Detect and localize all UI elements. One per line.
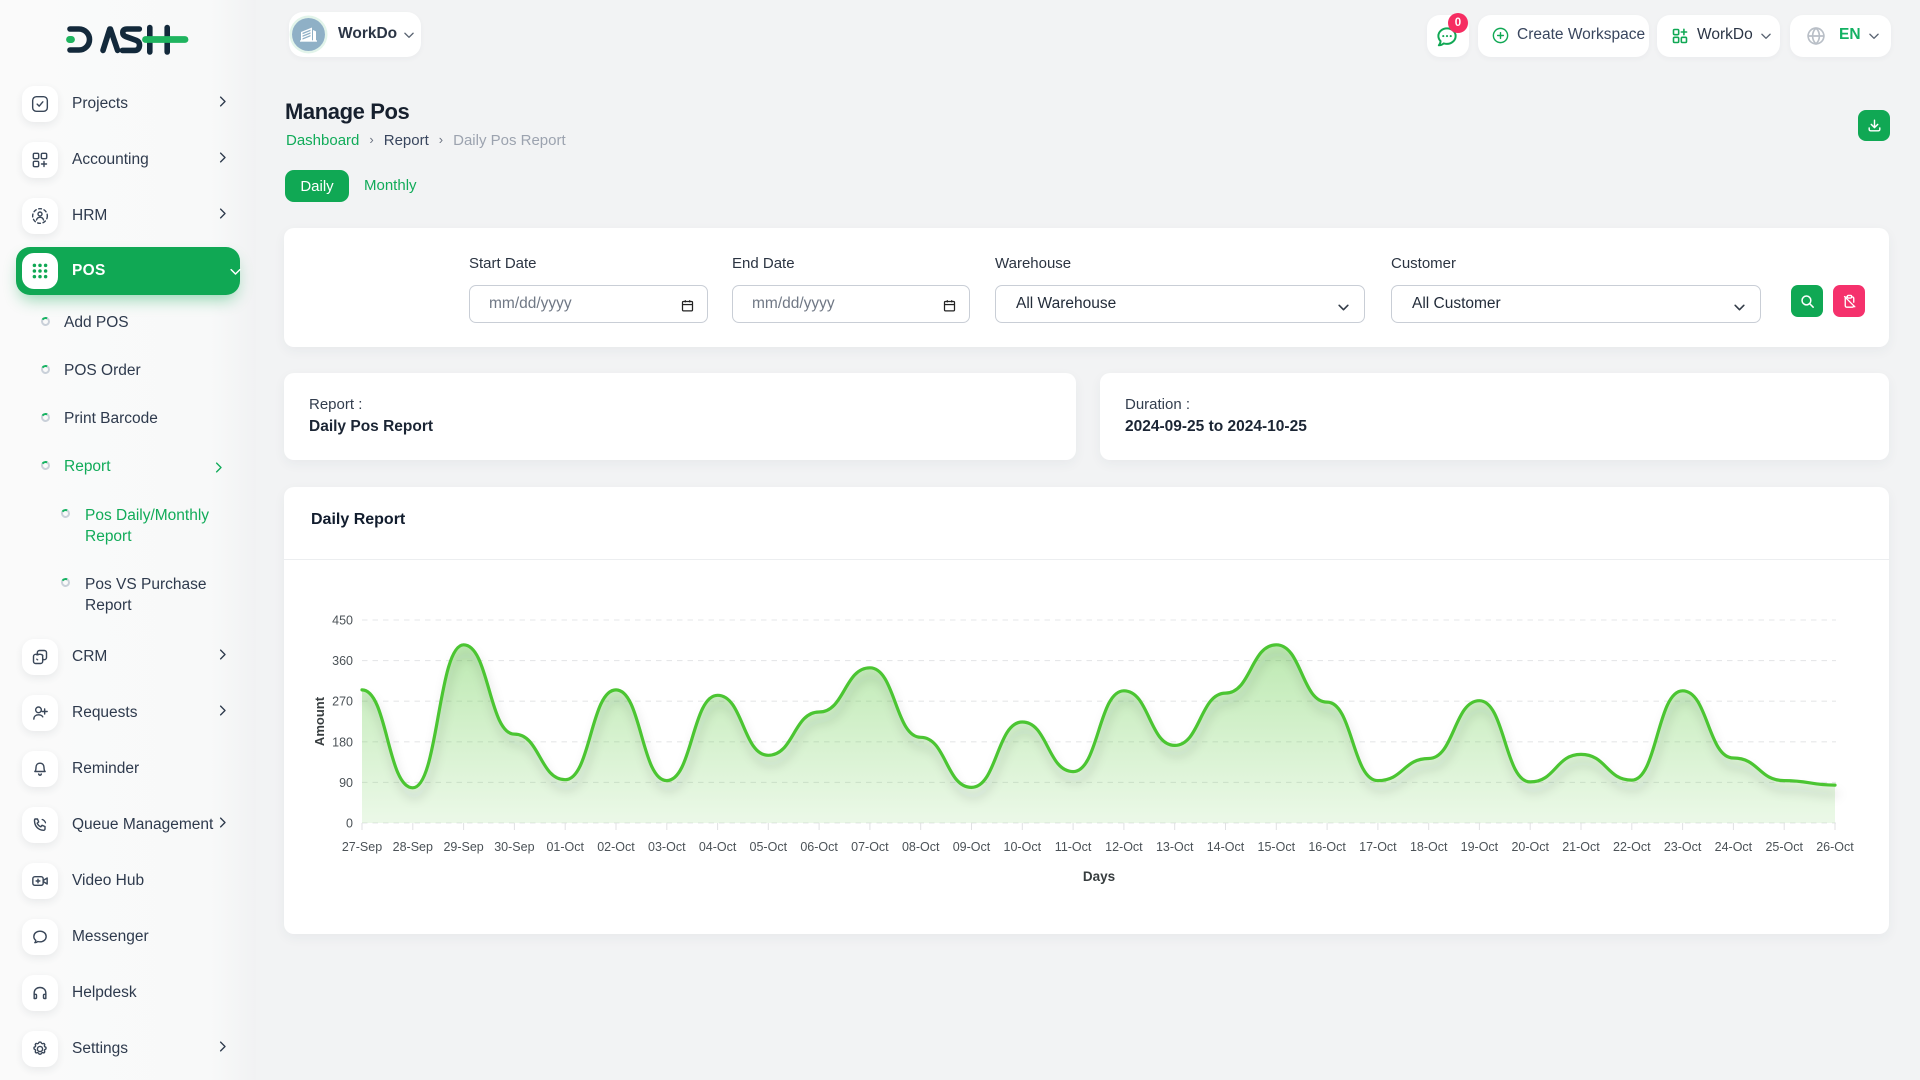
svg-text:15-Oct: 15-Oct — [1258, 840, 1296, 854]
svg-text:05-Oct: 05-Oct — [750, 840, 788, 854]
svg-text:360: 360 — [332, 654, 353, 668]
svg-text:25-Oct: 25-Oct — [1765, 840, 1803, 854]
svg-text:450: 450 — [332, 614, 353, 628]
svg-text:Days: Days — [1083, 869, 1115, 884]
svg-text:29-Sep: 29-Sep — [443, 840, 483, 854]
svg-text:01-Oct: 01-Oct — [546, 840, 584, 854]
svg-text:Amount: Amount — [312, 696, 327, 746]
svg-text:270: 270 — [332, 695, 353, 709]
svg-text:21-Oct: 21-Oct — [1562, 840, 1600, 854]
svg-text:17-Oct: 17-Oct — [1359, 840, 1397, 854]
svg-text:26-Oct: 26-Oct — [1816, 840, 1854, 854]
svg-text:11-Oct: 11-Oct — [1055, 840, 1092, 854]
svg-text:90: 90 — [339, 776, 353, 790]
svg-text:28-Sep: 28-Sep — [393, 840, 433, 854]
svg-text:14-Oct: 14-Oct — [1207, 840, 1245, 854]
svg-text:13-Oct: 13-Oct — [1156, 840, 1194, 854]
svg-text:12-Oct: 12-Oct — [1105, 840, 1143, 854]
svg-text:23-Oct: 23-Oct — [1664, 840, 1702, 854]
svg-text:19-Oct: 19-Oct — [1461, 840, 1499, 854]
svg-text:30-Sep: 30-Sep — [494, 840, 534, 854]
svg-text:22-Oct: 22-Oct — [1613, 840, 1651, 854]
svg-text:10-Oct: 10-Oct — [1004, 840, 1042, 854]
svg-text:04-Oct: 04-Oct — [699, 840, 737, 854]
svg-text:27-Sep: 27-Sep — [342, 840, 382, 854]
svg-text:24-Oct: 24-Oct — [1715, 840, 1753, 854]
svg-text:0: 0 — [346, 817, 353, 831]
svg-text:03-Oct: 03-Oct — [648, 840, 686, 854]
svg-text:06-Oct: 06-Oct — [800, 840, 838, 854]
svg-text:08-Oct: 08-Oct — [902, 840, 940, 854]
svg-text:180: 180 — [332, 735, 353, 749]
svg-text:09-Oct: 09-Oct — [953, 840, 991, 854]
svg-text:20-Oct: 20-Oct — [1511, 840, 1549, 854]
svg-text:02-Oct: 02-Oct — [597, 840, 635, 854]
svg-text:07-Oct: 07-Oct — [851, 840, 889, 854]
svg-text:16-Oct: 16-Oct — [1308, 840, 1346, 854]
svg-text:18-Oct: 18-Oct — [1410, 840, 1448, 854]
